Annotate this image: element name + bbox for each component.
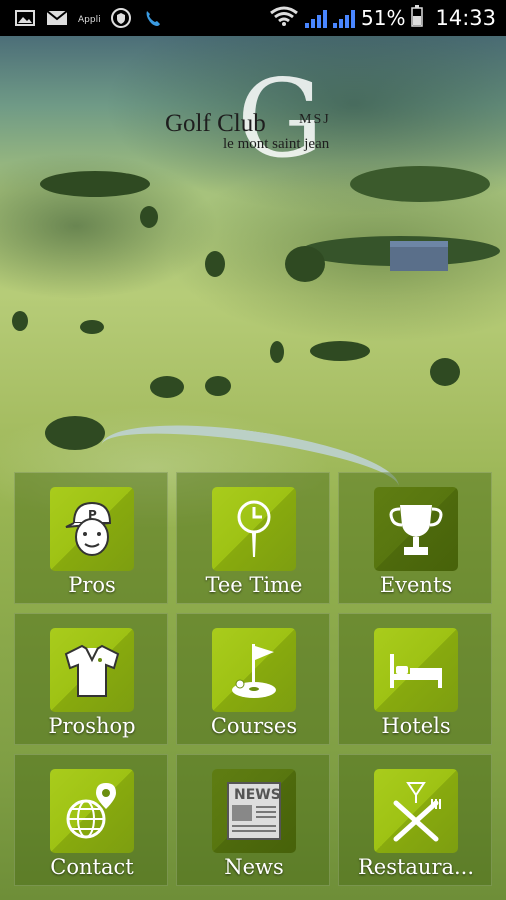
logo-initials: MSJ bbox=[299, 112, 331, 127]
club-logo: G Golf Club MSJ le mont saint jean bbox=[165, 66, 355, 182]
menu-tile-label: Courses bbox=[210, 714, 298, 738]
main-menu-grid: P Pros Tee Time Events Proshop Courses H… bbox=[14, 472, 492, 886]
menu-tile-proshop[interactable]: Proshop bbox=[14, 613, 168, 745]
logo-subtitle: le mont saint jean bbox=[223, 136, 330, 152]
newspaper-text: NEWS bbox=[234, 787, 281, 803]
trophy-icon bbox=[374, 487, 458, 571]
logo-title: Golf Club bbox=[165, 110, 266, 137]
bed-icon bbox=[374, 628, 458, 712]
menu-tile-restaurant[interactable]: Restaura... bbox=[338, 754, 492, 886]
tee-clock-icon bbox=[212, 487, 296, 571]
newspaper-icon: NEWS bbox=[212, 769, 296, 853]
menu-tile-pros[interactable]: P Pros bbox=[14, 472, 168, 604]
menu-tile-events[interactable]: Events bbox=[338, 472, 492, 604]
menu-tile-hotels[interactable]: Hotels bbox=[338, 613, 492, 745]
svg-text:Appli: Appli bbox=[78, 15, 100, 25]
menu-tile-label: News bbox=[224, 855, 284, 879]
clubhouse bbox=[390, 241, 448, 271]
signal-icon bbox=[305, 8, 328, 28]
battery-percent: 51% bbox=[361, 6, 406, 30]
golfer-face-icon: P bbox=[50, 487, 134, 571]
flag-hole-icon bbox=[212, 628, 296, 712]
app-icon: Appli bbox=[78, 9, 100, 27]
menu-tile-tee-time[interactable]: Tee Time bbox=[176, 472, 330, 604]
battery-icon bbox=[411, 4, 424, 32]
globe-pin-icon bbox=[50, 769, 134, 853]
image-icon bbox=[14, 9, 36, 27]
cutlery-glass-icon bbox=[374, 769, 458, 853]
menu-tile-label: Proshop bbox=[48, 714, 136, 738]
menu-tile-label: Events bbox=[379, 573, 453, 597]
wifi-icon bbox=[269, 5, 299, 32]
menu-tile-label: Restaura... bbox=[357, 855, 475, 879]
clock: 14:33 bbox=[435, 6, 496, 30]
shield-icon bbox=[110, 8, 132, 28]
menu-tile-news[interactable]: NEWS News bbox=[176, 754, 330, 886]
menu-tile-label: Pros bbox=[68, 573, 116, 597]
polo-shirt-icon bbox=[50, 628, 134, 712]
status-bar: Appli 51% 14:33 bbox=[0, 0, 506, 36]
signal-icon bbox=[333, 8, 356, 28]
phone-icon bbox=[142, 9, 164, 27]
mail-icon bbox=[46, 9, 68, 27]
menu-tile-label: Hotels bbox=[381, 714, 451, 738]
menu-tile-contact[interactable]: Contact bbox=[14, 754, 168, 886]
menu-tile-courses[interactable]: Courses bbox=[176, 613, 330, 745]
menu-tile-label: Tee Time bbox=[205, 573, 303, 597]
menu-tile-label: Contact bbox=[50, 855, 134, 879]
